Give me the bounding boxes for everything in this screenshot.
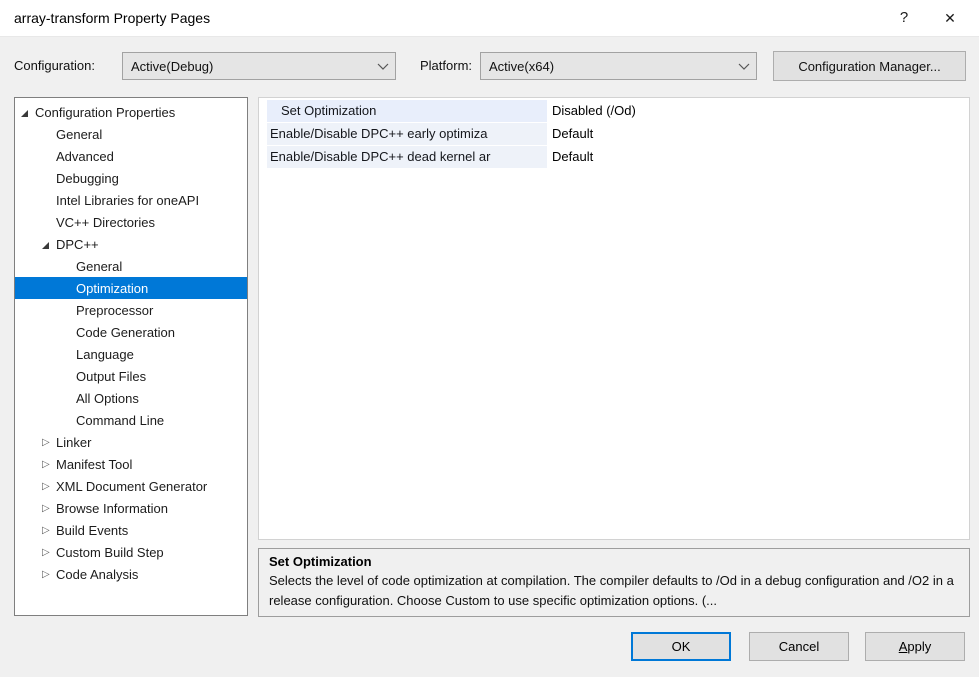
tree-item-label: Custom Build Step [56, 545, 164, 560]
tree-expander-icon [42, 457, 56, 472]
tree-item-label: Output Files [76, 369, 146, 384]
tree-item[interactable]: Intel Libraries for oneAPI [15, 189, 247, 211]
tree-item-label: Optimization [76, 281, 148, 296]
property-value-cell[interactable]: Disabled (/Od) [547, 100, 969, 122]
tree-item[interactable]: General [15, 123, 247, 145]
tree-expander-icon [42, 545, 56, 560]
tree-item[interactable]: Browse Information [15, 497, 247, 519]
apply-button[interactable]: Apply [865, 632, 965, 661]
platform-select[interactable]: Active(x64) [480, 52, 757, 80]
window-title: array-transform Property Pages [14, 0, 210, 36]
tree-item[interactable]: DPC++ [15, 233, 247, 255]
tree-item[interactable]: Custom Build Step [15, 541, 247, 563]
tree-expander-icon [42, 523, 56, 538]
property-grid: Set Optimization Disabled (/Od) Enable/D… [258, 97, 970, 540]
tree-expander-icon [42, 237, 56, 252]
tree-item-label: All Options [76, 391, 139, 406]
property-pages-dialog: array-transform Property Pages ? ✕ Confi… [0, 0, 979, 677]
tree-item[interactable]: Optimization [15, 277, 247, 299]
property-name-cell: Enable/Disable DPC++ dead kernel ar [267, 146, 547, 168]
property-value-cell[interactable]: Default [547, 146, 969, 168]
tree-item[interactable]: Preprocessor [15, 299, 247, 321]
tree-item[interactable]: All Options [15, 387, 247, 409]
description-text: Selects the level of code optimization a… [269, 571, 959, 611]
tree-item[interactable]: Manifest Tool [15, 453, 247, 475]
ok-button[interactable]: OK [631, 632, 731, 661]
tree-item[interactable]: Code Generation [15, 321, 247, 343]
tree-item-label: Code Analysis [56, 567, 138, 582]
configuration-label: Configuration: [14, 52, 95, 80]
tree-item[interactable]: Debugging [15, 167, 247, 189]
tree-item-label: Language [76, 347, 134, 362]
tree-item-label: Configuration Properties [35, 105, 175, 120]
tree-item[interactable]: Build Events [15, 519, 247, 541]
chevron-down-icon [732, 63, 756, 70]
apply-label-rest: pply [907, 639, 931, 654]
tree-expander-icon [42, 501, 56, 516]
close-button[interactable]: ✕ [929, 0, 971, 36]
description-panel: Set Optimization Selects the level of co… [258, 548, 970, 617]
tree-item-label: XML Document Generator [56, 479, 207, 494]
help-button[interactable]: ? [883, 0, 925, 36]
cancel-button[interactable]: Cancel [749, 632, 849, 661]
tree-expander-icon [21, 105, 35, 120]
tree-item[interactable]: Command Line [15, 409, 247, 431]
close-icon: ✕ [944, 10, 956, 26]
tree-item[interactable]: Language [15, 343, 247, 365]
configuration-tree: Configuration Properties General Advance… [14, 97, 248, 616]
tree-item-label: Manifest Tool [56, 457, 132, 472]
tree-item[interactable]: Code Analysis [15, 563, 247, 585]
tree-item[interactable]: Linker [15, 431, 247, 453]
property-value-cell[interactable]: Default [547, 123, 969, 145]
tree-item-label: Preprocessor [76, 303, 153, 318]
tree-item-label: Intel Libraries for oneAPI [56, 193, 199, 208]
tree-item-label: Linker [56, 435, 91, 450]
property-row[interactable]: Set Optimization Disabled (/Od) [259, 100, 969, 122]
tree-item-label: Advanced [56, 149, 114, 164]
tree-item-label: Code Generation [76, 325, 175, 340]
tree-item[interactable]: VC++ Directories [15, 211, 247, 233]
tree-item[interactable]: Configuration Properties [15, 101, 247, 123]
tree-item-label: Browse Information [56, 501, 168, 516]
tree-expander-icon [42, 435, 56, 450]
titlebar: array-transform Property Pages ? ✕ [0, 0, 979, 37]
tree-item-label: Command Line [76, 413, 164, 428]
tree-item-label: Build Events [56, 523, 128, 538]
property-name-cell: Enable/Disable DPC++ early optimiza [267, 123, 547, 145]
platform-selected-value: Active(x64) [481, 59, 732, 74]
chevron-down-icon [371, 63, 395, 70]
platform-label: Platform: [420, 52, 472, 80]
configuration-selected-value: Active(Debug) [123, 59, 371, 74]
tree-item[interactable]: General [15, 255, 247, 277]
description-title: Set Optimization [269, 554, 959, 569]
tree-expander-icon [42, 567, 56, 582]
tree-item-label: General [56, 127, 102, 142]
configuration-manager-button[interactable]: Configuration Manager... [773, 51, 966, 81]
property-row[interactable]: Enable/Disable DPC++ dead kernel ar Defa… [259, 146, 969, 168]
tree-item-label: Debugging [56, 171, 119, 186]
property-name-cell: Set Optimization [267, 100, 547, 122]
property-row[interactable]: Enable/Disable DPC++ early optimiza Defa… [259, 123, 969, 145]
help-icon: ? [900, 9, 908, 26]
tree-expander-icon [42, 479, 56, 494]
tree-item-label: DPC++ [56, 237, 99, 252]
tree-item-label: General [76, 259, 122, 274]
tree-item[interactable]: XML Document Generator [15, 475, 247, 497]
tree-item[interactable]: Advanced [15, 145, 247, 167]
tree-item[interactable]: Output Files [15, 365, 247, 387]
configuration-select[interactable]: Active(Debug) [122, 52, 396, 80]
tree-item-label: VC++ Directories [56, 215, 155, 230]
